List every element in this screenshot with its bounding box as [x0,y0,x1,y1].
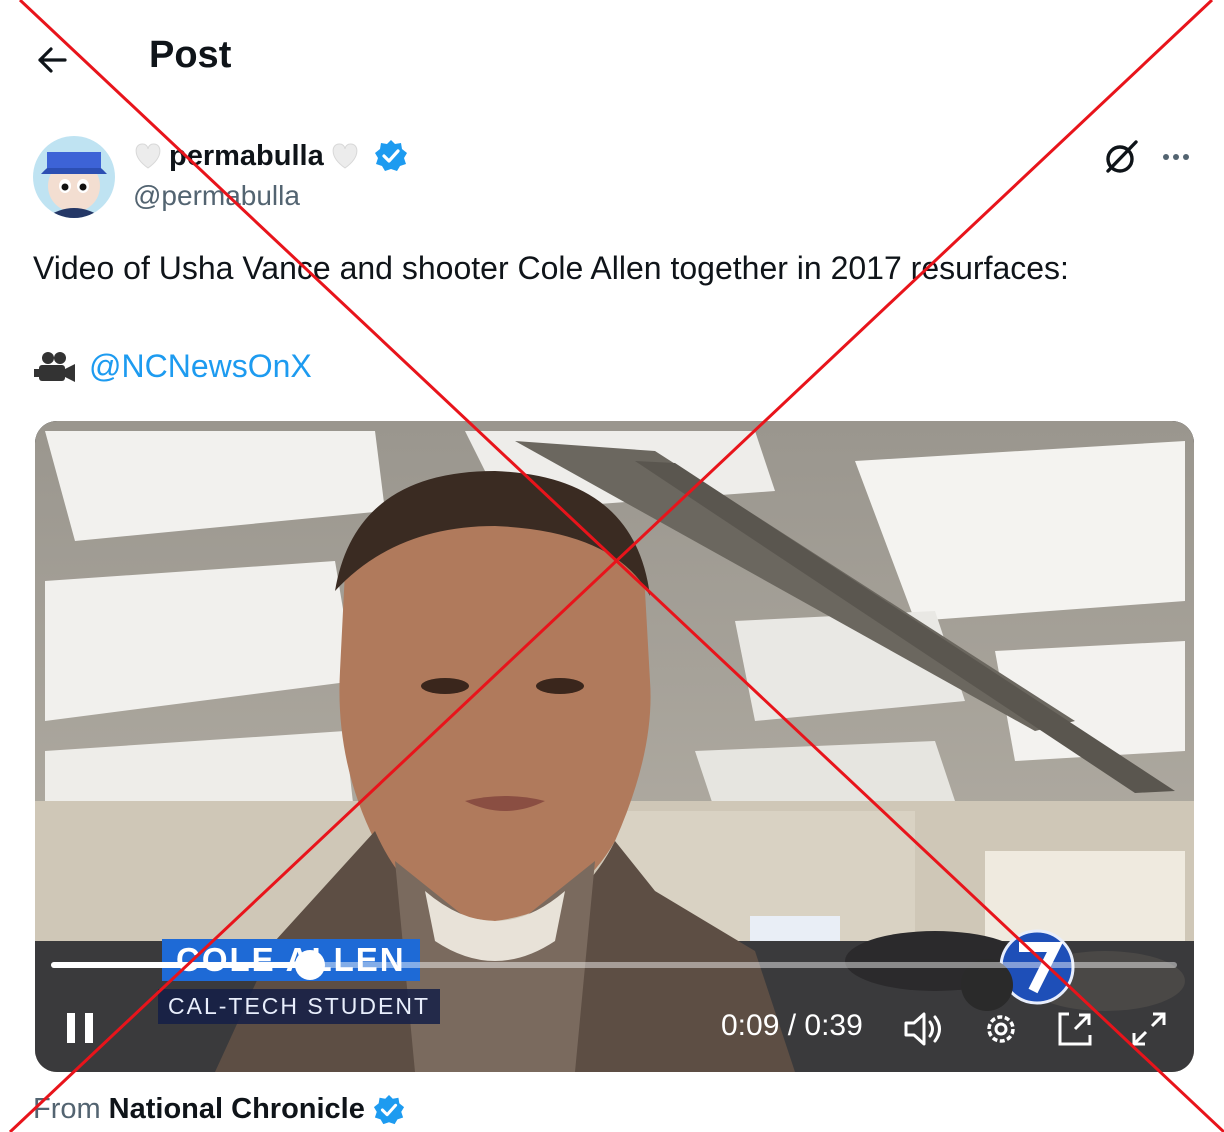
pip-icon [1058,1012,1092,1046]
video-player[interactable]: COLE ALLEN CAL-TECH STUDENT 0:09 / 0:39 [35,421,1194,1072]
author-name-row[interactable]: permabulla [133,136,408,176]
post-credit: @NCNewsOnX [33,348,312,385]
camera-icon [34,351,75,382]
source-prefix: From [33,1093,101,1125]
settings-button[interactable] [979,1007,1023,1051]
volume-button[interactable] [901,1007,947,1051]
avatar[interactable] [33,136,115,218]
pause-button[interactable] [57,1005,103,1051]
video-progress-bar[interactable] [51,950,1177,980]
verified-icon [373,1094,404,1124]
lower-third-title: CAL-TECH STUDENT [158,989,441,1024]
grok-icon[interactable] [1102,138,1140,176]
heart-icon [135,143,161,169]
author-handle[interactable]: @permabulla [133,180,300,212]
video-scrub-handle[interactable] [294,950,325,980]
top-bar: Post [0,0,1224,112]
video-time: 0:09 / 0:39 [721,1009,863,1042]
pip-button[interactable] [1053,1007,1097,1051]
volume-icon [904,1012,941,1046]
display-name[interactable]: permabulla [169,140,324,173]
fullscreen-button[interactable] [1127,1007,1171,1051]
video-progress-fill [51,962,310,968]
settings-icon [987,1015,1015,1043]
source-name-link[interactable]: National Chronicle [109,1093,365,1126]
verified-icon [374,140,407,171]
back-arrow-icon [38,47,67,73]
heart-icon [332,143,358,169]
credit-mention-link[interactable]: @NCNewsOnX [89,348,312,385]
more-icon[interactable] [1158,142,1194,172]
lower-third-name: COLE ALLEN [162,939,420,981]
back-button[interactable] [30,38,74,82]
fullscreen-icon [1132,1012,1166,1046]
page-title: Post [149,34,232,76]
channel-logo [961,929,1075,1011]
post-text: Video of Usha Vance and shooter Cole All… [33,250,1069,286]
source-attribution: From National Chronicle [33,1093,405,1126]
pause-icon [67,1013,93,1043]
